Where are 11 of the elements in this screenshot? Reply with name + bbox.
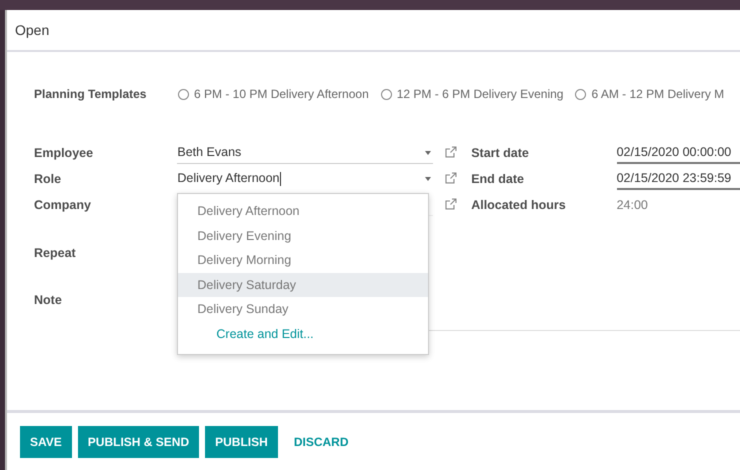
field-value: 24:00	[616, 196, 649, 214]
field-label: Employee	[34, 145, 94, 162]
field-label: Note	[34, 292, 63, 309]
field-label: Planning Templates	[34, 86, 148, 103]
field-label: Company	[34, 197, 92, 214]
field-label: Allocated hours	[471, 197, 567, 214]
dialog-title: Open	[15, 20, 50, 40]
field-label: End date	[471, 171, 525, 188]
field-label: Start date	[471, 145, 530, 162]
field-label: Repeat	[34, 245, 77, 262]
field-label: Role	[34, 171, 62, 188]
